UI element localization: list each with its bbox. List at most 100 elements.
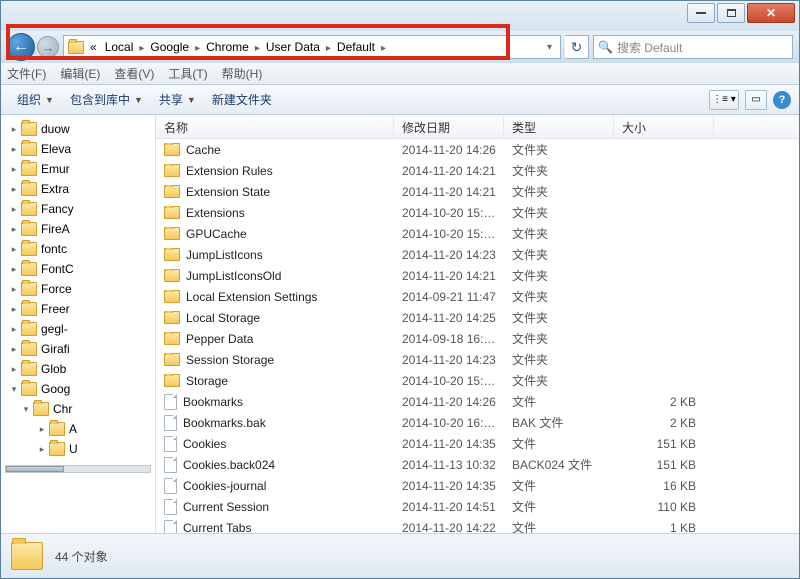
col-name[interactable]: 名称 [156, 115, 394, 138]
folder-icon [21, 262, 37, 276]
chevron-right-icon[interactable]: ▸ [253, 43, 262, 54]
search-input[interactable]: 🔍 搜索 Default [593, 35, 793, 59]
sidebar-item[interactable]: ▸gegl- [1, 319, 155, 339]
close-button[interactable]: ✕ [747, 3, 795, 23]
breadcrumb-dropdown[interactable]: ▾ [541, 40, 558, 55]
refresh-button[interactable]: ↻ [565, 35, 589, 59]
folder-icon [68, 39, 84, 55]
file-date: 2014-10-20 15:39 [394, 374, 504, 388]
breadcrumb-item[interactable]: Chrome [202, 38, 253, 56]
menu-help[interactable]: 帮助(H) [222, 65, 263, 82]
nav-back-button[interactable]: ← [7, 33, 35, 61]
chevron-right-icon[interactable]: ▸ [379, 43, 388, 54]
file-size: 2 KB [614, 416, 704, 430]
statusbar: 44 个对象 [1, 533, 799, 578]
menu-tools[interactable]: 工具(T) [168, 65, 207, 82]
menu-file[interactable]: 文件(F) [7, 65, 46, 82]
sidebar-item[interactable]: ▸Force [1, 279, 155, 299]
file-type: 文件夹 [504, 183, 614, 200]
sidebar-item[interactable]: ▾Goog [1, 379, 155, 399]
menu-edit[interactable]: 编辑(E) [60, 65, 100, 82]
list-item[interactable]: Local Storage2014-11-20 14:25文件夹 [156, 307, 799, 328]
sidebar-item[interactable]: ▸U [1, 439, 155, 459]
chevron-right-icon[interactable]: ▸ [9, 264, 19, 275]
chevron-right-icon[interactable]: ▸ [9, 164, 19, 175]
sidebar-item[interactable]: ▸duow [1, 119, 155, 139]
file-size: 16 KB [614, 479, 704, 493]
sidebar-item[interactable]: ▸FontC [1, 259, 155, 279]
sidebar-item[interactable]: ▸Emur [1, 159, 155, 179]
chevron-right-icon[interactable]: ▸ [9, 124, 19, 135]
list-item[interactable]: Cookies.back0242014-11-13 10:32BACK024 文… [156, 454, 799, 475]
breadcrumb-overflow[interactable]: « [86, 38, 101, 56]
chevron-right-icon[interactable]: ▸ [37, 424, 47, 435]
nav-forward-button[interactable]: → [37, 36, 59, 58]
chevron-right-icon[interactable]: ▸ [193, 43, 202, 54]
folder-icon [164, 164, 180, 177]
breadcrumb-item[interactable]: Google [146, 38, 193, 56]
list-item[interactable]: Storage2014-10-20 15:39文件夹 [156, 370, 799, 391]
chevron-right-icon[interactable]: ▸ [9, 144, 19, 155]
list-item[interactable]: Bookmarks2014-11-20 14:26文件2 KB [156, 391, 799, 412]
include-button[interactable]: 包含到库中▼ [62, 88, 151, 111]
sidebar-item[interactable]: ▸A [1, 419, 155, 439]
col-date[interactable]: 修改日期 [394, 115, 504, 138]
list-item[interactable]: Extension State2014-11-20 14:21文件夹 [156, 181, 799, 202]
list-item[interactable]: Current Tabs2014-11-20 14:22文件1 KB [156, 517, 799, 533]
sidebar-item[interactable]: ▸Freer [1, 299, 155, 319]
sidebar-item[interactable]: ▸Girafi [1, 339, 155, 359]
list-item[interactable]: Current Session2014-11-20 14:51文件110 KB [156, 496, 799, 517]
list-item[interactable]: JumpListIconsOld2014-11-20 14:21文件夹 [156, 265, 799, 286]
organize-button[interactable]: 组织▼ [9, 88, 62, 111]
help-button[interactable]: ? [773, 91, 791, 109]
chevron-right-icon[interactable]: ▸ [9, 344, 19, 355]
sidebar-item[interactable]: ▸fontc [1, 239, 155, 259]
chevron-right-icon[interactable]: ▸ [324, 43, 333, 54]
col-type[interactable]: 类型 [504, 115, 614, 138]
sidebar-item[interactable]: ▸Fancy [1, 199, 155, 219]
chevron-right-icon[interactable]: ▸ [9, 284, 19, 295]
list-item[interactable]: Pepper Data2014-09-18 16:53文件夹 [156, 328, 799, 349]
chevron-right-icon[interactable]: ▸ [9, 324, 19, 335]
breadcrumb[interactable]: « Local▸Google▸Chrome▸User Data▸Default▸… [63, 35, 561, 59]
sidebar-item[interactable]: ▸Extra [1, 179, 155, 199]
list-item[interactable]: JumpListIcons2014-11-20 14:23文件夹 [156, 244, 799, 265]
list-item[interactable]: Extension Rules2014-11-20 14:21文件夹 [156, 160, 799, 181]
list-item[interactable]: Local Extension Settings2014-09-21 11:47… [156, 286, 799, 307]
minimize-button[interactable] [687, 3, 715, 23]
sidebar-item[interactable]: ▸Glob [1, 359, 155, 379]
newfolder-button[interactable]: 新建文件夹 [204, 88, 280, 111]
chevron-right-icon[interactable]: ▸ [9, 244, 19, 255]
sidebar-scrollbar[interactable] [5, 465, 151, 473]
share-button[interactable]: 共享▼ [151, 88, 204, 111]
view-button[interactable]: ⋮≡ ▾ [709, 90, 739, 110]
chevron-right-icon[interactable]: ▸ [9, 184, 19, 195]
list-item[interactable]: Session Storage2014-11-20 14:23文件夹 [156, 349, 799, 370]
list-item[interactable]: Bookmarks.bak2014-10-20 16:43BAK 文件2 KB [156, 412, 799, 433]
chevron-right-icon[interactable]: ▸ [9, 304, 19, 315]
chevron-down-icon[interactable]: ▾ [21, 404, 31, 415]
list-item[interactable]: Cookies2014-11-20 14:35文件151 KB [156, 433, 799, 454]
sidebar-item[interactable]: ▸FireA [1, 219, 155, 239]
list-item[interactable]: Cache2014-11-20 14:26文件夹 [156, 139, 799, 160]
chevron-right-icon[interactable]: ▸ [9, 364, 19, 375]
file-size: 110 KB [614, 500, 704, 514]
explorer-window: ✕ ← → « Local▸Google▸Chrome▸User Data▸De… [0, 0, 800, 579]
breadcrumb-item[interactable]: Default [333, 38, 379, 56]
preview-button[interactable]: ▭ [745, 90, 767, 110]
file-name: Session Storage [186, 353, 274, 367]
list-item[interactable]: Extensions2014-10-20 15:38文件夹 [156, 202, 799, 223]
maximize-button[interactable] [717, 3, 745, 23]
breadcrumb-item[interactable]: Local [101, 38, 138, 56]
sidebar-item[interactable]: ▾Chr [1, 399, 155, 419]
chevron-right-icon[interactable]: ▸ [37, 444, 47, 455]
breadcrumb-item[interactable]: User Data [262, 38, 324, 56]
list-item[interactable]: GPUCache2014-10-20 15:41文件夹 [156, 223, 799, 244]
menu-view[interactable]: 查看(V) [114, 65, 154, 82]
chevron-right-icon[interactable]: ▸ [9, 224, 19, 235]
list-item[interactable]: Cookies-journal2014-11-20 14:35文件16 KB [156, 475, 799, 496]
sidebar-item[interactable]: ▸Eleva [1, 139, 155, 159]
chevron-down-icon[interactable]: ▾ [9, 384, 19, 395]
col-size[interactable]: 大小 [614, 115, 714, 138]
chevron-right-icon[interactable]: ▸ [9, 204, 19, 215]
